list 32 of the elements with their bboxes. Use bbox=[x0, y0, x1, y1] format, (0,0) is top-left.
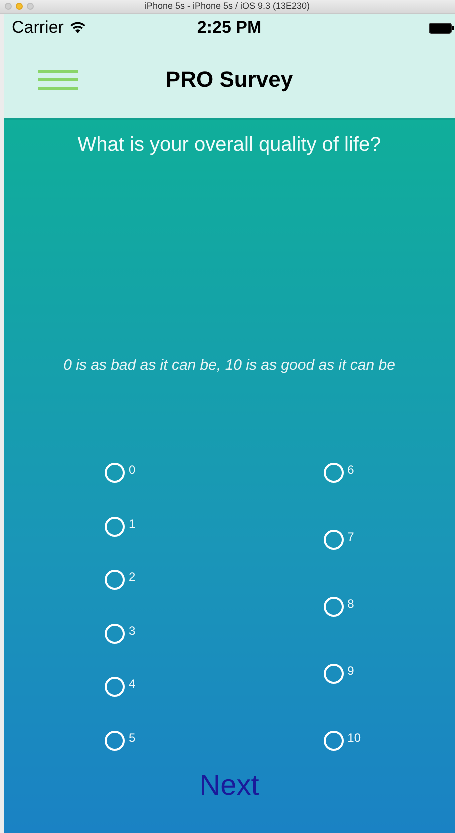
screen-title: PRO Survey bbox=[166, 67, 294, 93]
radio-button[interactable] bbox=[324, 597, 344, 617]
option-label: 2 bbox=[129, 570, 136, 584]
question-text: What is your overall quality of life? bbox=[78, 134, 382, 157]
minimize-icon[interactable] bbox=[16, 3, 23, 10]
radio-button[interactable] bbox=[324, 731, 344, 751]
radio-button[interactable] bbox=[324, 463, 344, 483]
option-label: 8 bbox=[348, 597, 354, 611]
radio-button[interactable] bbox=[105, 677, 125, 698]
radio-button[interactable] bbox=[105, 730, 125, 751]
option-label: 6 bbox=[348, 463, 354, 477]
next-button[interactable]: Next bbox=[196, 770, 264, 803]
option-label: 7 bbox=[348, 530, 354, 544]
clock-label: 2:25 PM bbox=[197, 18, 262, 38]
option-label: 4 bbox=[129, 677, 136, 692]
option-label: 0 bbox=[129, 463, 136, 477]
battery-icon bbox=[429, 22, 455, 34]
radio-button[interactable] bbox=[105, 463, 125, 483]
radio-button[interactable] bbox=[105, 624, 125, 644]
option-label: 9 bbox=[348, 664, 354, 678]
carrier-label: Carrier bbox=[12, 18, 64, 38]
option-label: 5 bbox=[129, 730, 136, 745]
radio-button[interactable] bbox=[324, 664, 344, 684]
radio-button[interactable] bbox=[324, 530, 344, 550]
radio-button[interactable] bbox=[105, 570, 125, 590]
option-label: 3 bbox=[129, 624, 136, 638]
hint-text: 0 is as bad as it can be, 10 is as good as it can be bbox=[64, 357, 396, 374]
wifi-icon bbox=[70, 22, 86, 34]
radio-button[interactable] bbox=[105, 516, 125, 537]
option-label: 1 bbox=[129, 516, 136, 531]
option-label: 10 bbox=[348, 731, 361, 745]
window-title: iPhone 5s - iPhone 5s / iOS 9.3 (13E230) bbox=[144, 0, 310, 13]
